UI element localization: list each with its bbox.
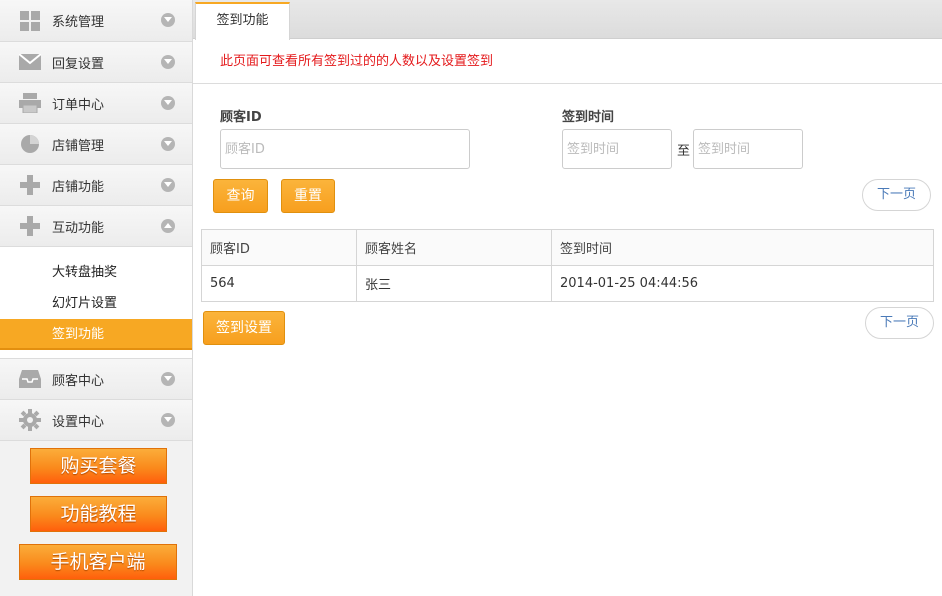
gear-icon	[19, 409, 41, 431]
mobile-client-button[interactable]: 手机客户端	[19, 544, 177, 580]
sidebar-item-customers[interactable]: 顾客中心	[0, 359, 192, 400]
plus-icon	[19, 174, 41, 196]
tab-bar: 签到功能	[193, 0, 942, 40]
cell-customer-name: 张三	[356, 265, 552, 302]
grid-icon	[19, 10, 41, 32]
chevron-down-icon	[161, 137, 175, 151]
sidebar-item-shop-features[interactable]: 店铺功能	[0, 165, 192, 206]
query-button[interactable]: 查询	[213, 179, 268, 213]
sign-time-end-input[interactable]	[693, 129, 803, 169]
reset-button[interactable]: 重置	[281, 179, 335, 213]
sidebar-item-label: 订单中心	[52, 97, 105, 113]
chevron-down-icon	[161, 96, 175, 110]
checkin-settings-button[interactable]: 签到设置	[203, 311, 285, 345]
pie-chart-icon	[19, 133, 41, 155]
sidebar-item-label: 互动功能	[52, 220, 105, 236]
sidebar-item-interactive[interactable]: 互动功能	[0, 206, 192, 247]
table-row: 564 张三 2014-01-25 04:44:56	[201, 265, 934, 302]
sidebar-item-system[interactable]: 系统管理	[0, 0, 192, 42]
chevron-down-icon	[161, 178, 175, 192]
chevron-up-icon	[161, 219, 175, 233]
sidebar-item-label: 回复设置	[52, 56, 105, 72]
sidebar-item-orders[interactable]: 订单中心	[0, 83, 192, 124]
sidebar-item-label: 顾客中心	[52, 373, 105, 389]
chevron-down-icon	[161, 55, 175, 69]
sidebar-item-label: 店铺功能	[52, 179, 105, 195]
sign-time-start-input[interactable]	[562, 129, 672, 169]
sidebar-item-label: 系统管理	[52, 15, 105, 30]
sidebar-item-settings[interactable]: 设置中心	[0, 400, 192, 441]
chevron-down-icon	[161, 372, 175, 386]
checkin-table: 顾客ID 顾客姓名 签到时间 564 张三 2014-01-25 04:44:5…	[201, 229, 934, 302]
chevron-down-icon	[161, 413, 175, 427]
next-page-button-top[interactable]: 下一页	[862, 179, 931, 211]
tutorial-button[interactable]: 功能教程	[30, 496, 167, 532]
envelope-icon	[19, 51, 41, 73]
tab-checkin[interactable]: 签到功能	[195, 2, 290, 40]
sidebar: 系统管理 回复设置 订单中心 店铺管理 店铺功能 互动功能 大转盘抽奖 幻灯片设…	[0, 0, 193, 596]
customer-id-input[interactable]	[220, 129, 470, 169]
buy-package-button[interactable]: 购买套餐	[30, 448, 167, 484]
chevron-down-icon	[161, 13, 175, 27]
customer-id-label: 顾客ID	[220, 110, 262, 125]
column-header-customer-id: 顾客ID	[201, 229, 357, 266]
sidebar-item-reply[interactable]: 回复设置	[0, 42, 192, 83]
sidebar-item-label: 设置中心	[52, 414, 105, 430]
column-header-customer-name: 顾客姓名	[356, 229, 552, 266]
next-page-button-bottom[interactable]: 下一页	[865, 307, 934, 339]
inbox-icon	[19, 368, 41, 390]
submenu-item-checkin[interactable]: 签到功能	[0, 319, 192, 350]
submenu-item-lottery[interactable]: 大转盘抽奖	[0, 257, 192, 288]
printer-icon	[19, 92, 41, 114]
range-separator: 至	[677, 144, 691, 159]
cell-customer-id: 564	[201, 265, 357, 302]
sign-time-label: 签到时间	[562, 110, 615, 125]
notice-text: 此页面可查看所有签到过的的人数以及设置签到	[193, 40, 942, 84]
submenu-interactive: 大转盘抽奖 幻灯片设置 签到功能	[0, 247, 192, 359]
sidebar-item-label: 店铺管理	[52, 138, 105, 154]
table-header-row: 顾客ID 顾客姓名 签到时间	[201, 229, 934, 266]
app-window: 系统管理 回复设置 订单中心 店铺管理 店铺功能 互动功能 大转盘抽奖 幻灯片设…	[0, 0, 942, 596]
submenu-item-slideshow[interactable]: 幻灯片设置	[0, 288, 192, 319]
sidebar-item-shop-manage[interactable]: 店铺管理	[0, 124, 192, 165]
plus-icon	[19, 215, 41, 237]
main-content: 签到功能 此页面可查看所有签到过的的人数以及设置签到 顾客ID 签到时间 至 查…	[193, 0, 942, 596]
cell-sign-time: 2014-01-25 04:44:56	[551, 265, 934, 302]
column-header-sign-time: 签到时间	[551, 229, 934, 266]
